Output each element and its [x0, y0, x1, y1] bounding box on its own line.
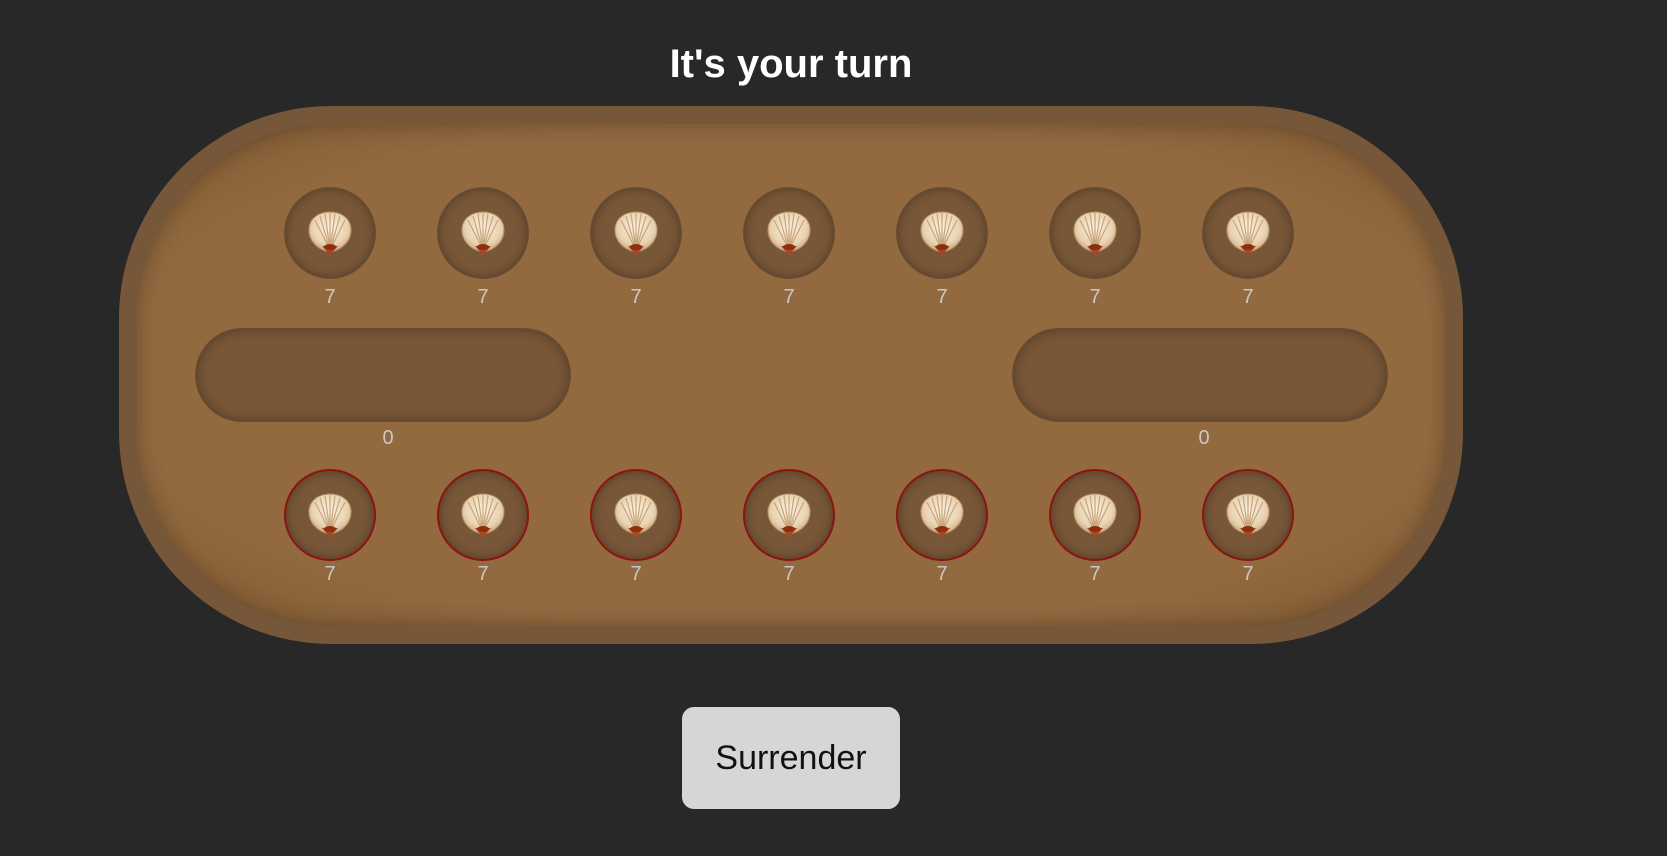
- opponent-pit-count: 7: [936, 286, 948, 308]
- scallop-shell-icon: [920, 493, 964, 537]
- scallop-shell-icon: [614, 493, 658, 537]
- opponent-pit-3: [590, 187, 682, 279]
- opponent-pit-count: 7: [477, 286, 489, 308]
- scallop-shell-icon: [767, 493, 811, 537]
- opponent-pit-6: [1049, 187, 1141, 279]
- scallop-shell-icon: [1073, 493, 1117, 537]
- scallop-shell-icon: [461, 493, 505, 537]
- scallop-shell-icon: [1073, 211, 1117, 255]
- surrender-button[interactable]: Surrender: [682, 707, 900, 809]
- player-pit-count: 7: [783, 563, 795, 585]
- opponent-pit-count: 7: [1242, 286, 1254, 308]
- player-pit-2[interactable]: [437, 469, 529, 561]
- opponent-pit-count: 7: [630, 286, 642, 308]
- opponent-pit-1: [284, 187, 376, 279]
- player-pit-6[interactable]: [1049, 469, 1141, 561]
- player-pit-7[interactable]: [1202, 469, 1294, 561]
- opponent-pit-4: [743, 187, 835, 279]
- scallop-shell-icon: [767, 211, 811, 255]
- player-pit-4[interactable]: [743, 469, 835, 561]
- opponent-pit-count: 7: [1089, 286, 1101, 308]
- scallop-shell-icon: [308, 493, 352, 537]
- opponent-pit-7: [1202, 187, 1294, 279]
- game-screen: It's your turn 7 7 7 7 7 7 7 0 0 7 7 7 7…: [0, 0, 1667, 856]
- left-store: [195, 328, 571, 422]
- scallop-shell-icon: [1226, 493, 1270, 537]
- right-store-count: 0: [1198, 427, 1210, 449]
- player-pit-count: 7: [324, 563, 336, 585]
- opponent-pit-2: [437, 187, 529, 279]
- right-store: [1012, 328, 1388, 422]
- opponent-pit-count: 7: [783, 286, 795, 308]
- left-store-count: 0: [382, 427, 394, 449]
- player-pit-3[interactable]: [590, 469, 682, 561]
- player-pit-1[interactable]: [284, 469, 376, 561]
- scallop-shell-icon: [461, 211, 505, 255]
- scallop-shell-icon: [920, 211, 964, 255]
- scallop-shell-icon: [308, 211, 352, 255]
- player-pit-count: 7: [630, 563, 642, 585]
- opponent-pit-5: [896, 187, 988, 279]
- player-pit-count: 7: [936, 563, 948, 585]
- player-pit-count: 7: [477, 563, 489, 585]
- player-pit-count: 7: [1242, 563, 1254, 585]
- scallop-shell-icon: [1226, 211, 1270, 255]
- player-pit-5[interactable]: [896, 469, 988, 561]
- turn-status-title: It's your turn: [669, 42, 913, 86]
- scallop-shell-icon: [614, 211, 658, 255]
- opponent-pit-count: 7: [324, 286, 336, 308]
- player-pit-count: 7: [1089, 563, 1101, 585]
